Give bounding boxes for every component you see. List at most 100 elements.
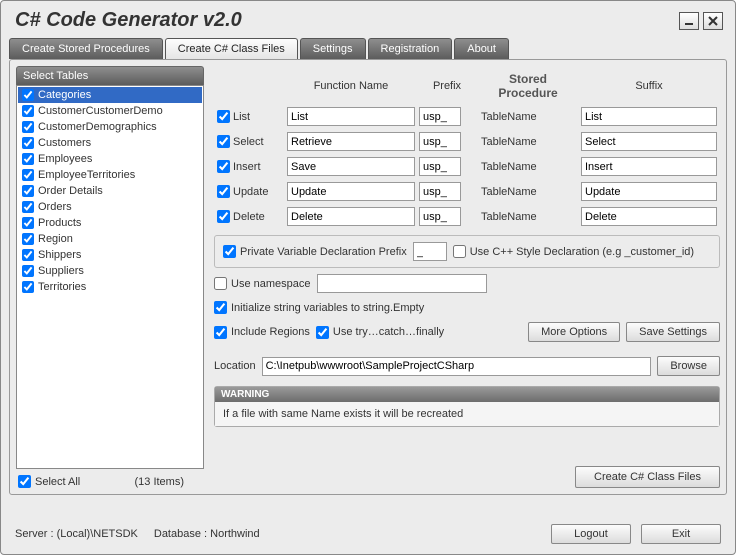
use-namespace-checkbox[interactable] (214, 277, 227, 290)
table-row[interactable]: Employees (18, 151, 202, 167)
status-server: Server : (Local)\NETSDK (15, 528, 138, 540)
fn-tn-update: TableName (478, 181, 578, 202)
fn-name-list[interactable] (287, 107, 415, 126)
table-row[interactable]: Region (18, 231, 202, 247)
fn-enable-insert[interactable] (217, 160, 230, 173)
warning-header: WARNING (215, 387, 719, 402)
table-checkbox[interactable] (22, 105, 34, 117)
table-checkbox[interactable] (22, 265, 34, 277)
create-button[interactable]: Create C# Class Files (575, 466, 720, 488)
table-row[interactable]: Territories (18, 279, 202, 295)
fn-label: Update (233, 186, 268, 198)
use-namespace-label: Use namespace (231, 278, 311, 290)
table-row[interactable]: Customers (18, 135, 202, 151)
fn-suffix-update[interactable] (581, 182, 717, 201)
table-label: Order Details (38, 185, 103, 197)
table-checkbox[interactable] (22, 281, 34, 293)
table-row[interactable]: EmployeeTerritories (18, 167, 202, 183)
table-checkbox[interactable] (22, 233, 34, 245)
col-suffix: Suffix (580, 70, 718, 102)
fn-name-delete[interactable] (287, 207, 415, 226)
close-icon[interactable] (703, 12, 723, 30)
select-all-checkbox[interactable] (18, 475, 31, 488)
namespace-input[interactable] (317, 274, 487, 293)
fn-tn-delete: TableName (478, 206, 578, 227)
fn-enable-list[interactable] (217, 110, 230, 123)
col-function-name: Function Name (286, 70, 416, 102)
save-settings-button[interactable]: Save Settings (626, 322, 720, 342)
fn-row-list: List TableName (216, 106, 718, 127)
table-label: EmployeeTerritories (38, 169, 135, 181)
logout-button[interactable]: Logout (551, 524, 631, 544)
table-label: Products (38, 217, 81, 229)
table-label: Suppliers (38, 265, 84, 277)
tab-stored-procedures[interactable]: Create Stored Procedures (9, 38, 163, 59)
tab-class-files[interactable]: Create C# Class Files (165, 38, 298, 59)
table-label: Orders (38, 201, 72, 213)
init-string-checkbox[interactable] (214, 301, 227, 314)
fn-tn-select: TableName (478, 131, 578, 152)
table-checkbox[interactable] (22, 201, 34, 213)
table-label: Territories (38, 281, 86, 293)
fn-name-update[interactable] (287, 182, 415, 201)
tab-about[interactable]: About (454, 38, 509, 59)
fn-prefix-update[interactable] (419, 182, 461, 201)
tables-list[interactable]: Categories CustomerCustomerDemo Customer… (16, 85, 204, 469)
table-checkbox[interactable] (22, 249, 34, 261)
fn-suffix-list[interactable] (581, 107, 717, 126)
fn-prefix-list[interactable] (419, 107, 461, 126)
private-prefix-checkbox[interactable] (223, 245, 236, 258)
table-checkbox[interactable] (22, 169, 34, 181)
table-checkbox[interactable] (22, 185, 34, 197)
browse-button[interactable]: Browse (657, 356, 720, 376)
location-label: Location (214, 360, 256, 372)
table-row[interactable]: Orders (18, 199, 202, 215)
use-trycatch-checkbox[interactable] (316, 326, 329, 339)
fn-row-insert: Insert TableName (216, 156, 718, 177)
table-row[interactable]: Shippers (18, 247, 202, 263)
fn-enable-update[interactable] (217, 185, 230, 198)
table-label: Categories (38, 89, 91, 101)
table-row[interactable]: Order Details (18, 183, 202, 199)
table-checkbox[interactable] (22, 121, 34, 133)
select-all-label: Select All (35, 476, 80, 488)
fn-name-insert[interactable] (287, 157, 415, 176)
fn-prefix-select[interactable] (419, 132, 461, 151)
fn-name-select[interactable] (287, 132, 415, 151)
table-checkbox[interactable] (22, 153, 34, 165)
table-checkbox[interactable] (22, 89, 34, 101)
table-checkbox[interactable] (22, 137, 34, 149)
fn-suffix-select[interactable] (581, 132, 717, 151)
fn-suffix-delete[interactable] (581, 207, 717, 226)
table-row[interactable]: CustomerDemographics (18, 119, 202, 135)
fn-prefix-delete[interactable] (419, 207, 461, 226)
table-row[interactable]: CustomerCustomerDemo (18, 103, 202, 119)
minimize-icon[interactable] (679, 12, 699, 30)
init-string-label: Initialize string variables to string.Em… (231, 302, 424, 314)
fn-prefix-insert[interactable] (419, 157, 461, 176)
items-count: (13 Items) (134, 476, 184, 488)
fn-tn-list: TableName (478, 106, 578, 127)
table-checkbox[interactable] (22, 217, 34, 229)
table-row[interactable]: Suppliers (18, 263, 202, 279)
cpp-style-checkbox[interactable] (453, 245, 466, 258)
tables-header: Select Tables (16, 66, 204, 85)
private-prefix-input[interactable] (413, 242, 447, 261)
tab-registration[interactable]: Registration (368, 38, 453, 59)
location-input[interactable] (262, 357, 652, 376)
tab-settings[interactable]: Settings (300, 38, 366, 59)
exit-button[interactable]: Exit (641, 524, 721, 544)
fn-enable-delete[interactable] (217, 210, 230, 223)
include-regions-label: Include Regions (231, 326, 310, 338)
fn-enable-select[interactable] (217, 135, 230, 148)
include-regions-checkbox[interactable] (214, 326, 227, 339)
tables-panel: Select Tables Categories CustomerCustome… (16, 66, 204, 488)
fn-label: List (233, 111, 250, 123)
settings-panel: Function Name Prefix Stored Procedure Su… (214, 66, 720, 488)
fn-suffix-insert[interactable] (581, 157, 717, 176)
titlebar: C# Code Generator v2.0 (1, 1, 735, 38)
table-row[interactable]: Categories (18, 87, 202, 103)
table-row[interactable]: Products (18, 215, 202, 231)
use-trycatch-label: Use try…catch…finally (333, 326, 444, 338)
more-options-button[interactable]: More Options (528, 322, 620, 342)
